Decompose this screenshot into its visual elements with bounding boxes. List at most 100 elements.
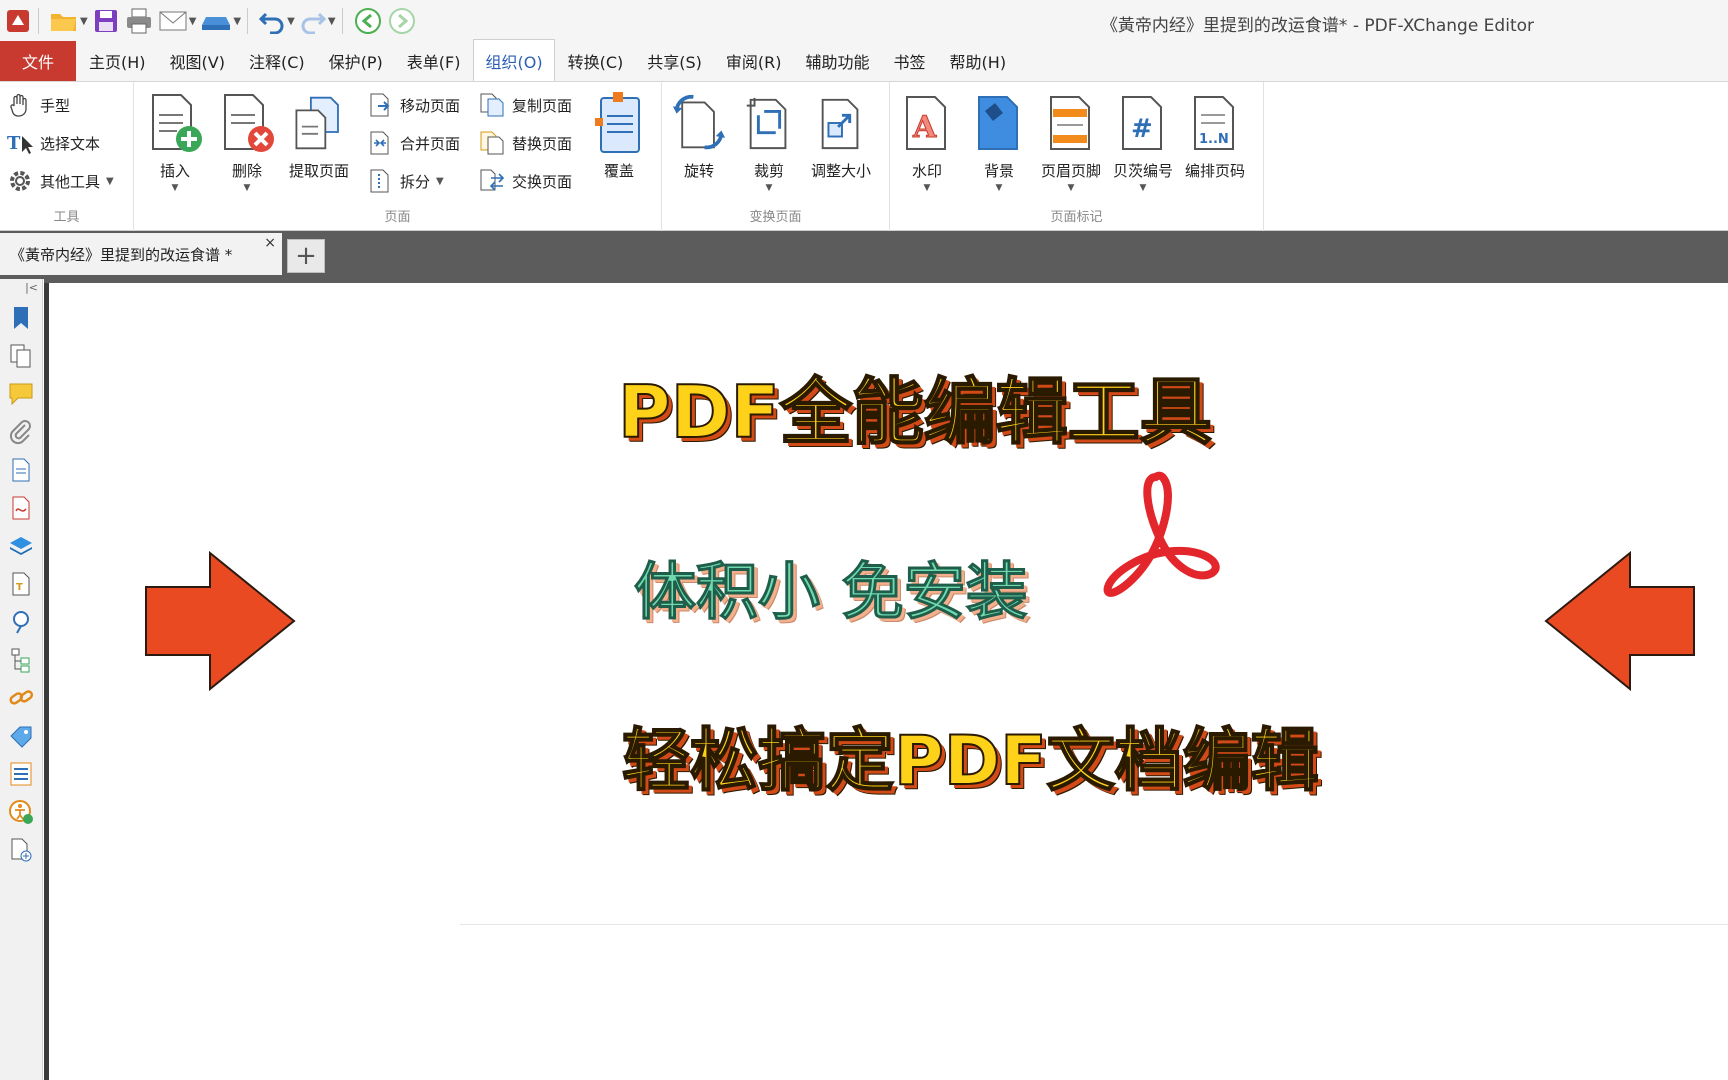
watermark-button[interactable]: A 水印 ▼	[894, 90, 960, 193]
copy-pages-button[interactable]: 复制页面	[478, 88, 572, 122]
acrobat-logo-icon	[1103, 471, 1220, 597]
scan-icon[interactable]	[200, 6, 232, 36]
move-page-icon	[366, 91, 394, 119]
select-text-button[interactable]: T 选择文本	[6, 126, 100, 160]
watermark-icon: A	[899, 90, 955, 156]
insert-pages-button[interactable]: 插入 ▼	[142, 90, 208, 193]
merge-pages-button[interactable]: 合并页面	[366, 126, 460, 160]
overlay-pages-button[interactable]: 覆盖	[586, 90, 652, 181]
menu-tab-share[interactable]: 共享(S)	[636, 41, 713, 81]
swap-label: 交换页面	[512, 172, 573, 191]
svg-text:T: T	[7, 133, 21, 154]
chevron-down-icon[interactable]: ▼	[328, 16, 336, 27]
document-icon[interactable]	[6, 455, 36, 485]
delete-pages-button[interactable]: 删除 ▼	[214, 90, 280, 193]
menu-tab-view[interactable]: 视图(V)	[159, 41, 236, 81]
move-pages-button[interactable]: 移动页面	[366, 88, 460, 122]
menu-tab-protect[interactable]: 保护(P)	[318, 41, 394, 81]
menu-tab-review[interactable]: 审阅(R)	[715, 41, 793, 81]
delete-page-icon	[219, 90, 275, 156]
document-tab[interactable]: 《黃帝内经》里提到的改运食谱 * ×	[0, 233, 282, 275]
pages-icon[interactable]	[6, 341, 36, 371]
gear-icon	[6, 167, 34, 195]
hand-tool-button[interactable]: 手型	[6, 88, 70, 122]
window-title: 《黃帝内经》里提到的改运食谱* - PDF-XChange Editor	[1100, 16, 1534, 36]
menu-tab-help[interactable]: 帮助(H)	[939, 41, 1018, 81]
open-folder-icon[interactable]	[49, 6, 79, 36]
print-icon[interactable]	[124, 6, 154, 36]
swap-pages-button[interactable]: 交换页面	[478, 164, 572, 198]
save-icon[interactable]	[92, 6, 120, 36]
hand-tool-label: 手型	[40, 96, 71, 115]
select-text-label: 选择文本	[40, 134, 101, 153]
compare-icon[interactable]	[6, 759, 36, 789]
resize-button[interactable]: 调整大小	[808, 90, 874, 181]
insert-label: 插入	[159, 162, 190, 180]
number-pages-button[interactable]: 1..N 编排页码	[1182, 90, 1248, 181]
menu-tab-form[interactable]: 表单(F)	[396, 41, 472, 81]
menu-tab-accessibility[interactable]: 辅助功能	[795, 41, 881, 81]
menu-file[interactable]: 文件	[0, 41, 76, 81]
chevron-down-icon: ▼	[171, 183, 179, 193]
number-pages-icon: 1..N	[1187, 90, 1243, 156]
crop-button[interactable]: 裁剪 ▼	[736, 90, 802, 193]
background-label: 背景	[983, 162, 1014, 180]
form-fields-icon[interactable]: T	[6, 569, 36, 599]
document-viewer[interactable]: PDF全能编辑工具 体积小 免安装 轻松搞定PDF文档编辑	[44, 279, 1728, 1080]
bates-numbering-button[interactable]: # 贝茨编号 ▼	[1110, 90, 1176, 193]
replace-label: 替换页面	[512, 134, 573, 153]
redo-icon[interactable]	[299, 6, 327, 36]
new-tab-button[interactable]: +	[287, 239, 325, 273]
background-icon	[971, 90, 1027, 156]
background-button[interactable]: 背景 ▼	[966, 90, 1032, 193]
chevron-down-icon[interactable]: ▼	[189, 16, 197, 27]
email-icon[interactable]	[158, 6, 188, 36]
group-label-pages: 页面	[384, 210, 411, 225]
headline-tagline: 轻松搞定PDF文档编辑	[621, 721, 1320, 802]
extract-label: 提取页面	[288, 162, 349, 180]
undo-icon[interactable]	[258, 6, 286, 36]
other-tools-button[interactable]: 其他工具 ▼	[6, 164, 114, 198]
collapse-icon[interactable]: |<	[25, 281, 38, 294]
chevron-down-icon[interactable]: ▼	[287, 16, 295, 27]
menu-tab-organize[interactable]: 组织(O)	[473, 39, 555, 81]
close-icon[interactable]: ×	[264, 235, 276, 251]
replace-page-icon	[478, 129, 506, 157]
split-pages-button[interactable]: 拆分 ▼	[366, 164, 444, 198]
menu-tab-home[interactable]: 主页(H)	[78, 41, 157, 81]
bookmark-icon[interactable]	[6, 303, 36, 333]
page-edge	[44, 283, 49, 1080]
comment-icon[interactable]	[6, 379, 36, 409]
menu-tab-convert[interactable]: 转换(C)	[557, 41, 635, 81]
location-icon[interactable]	[6, 607, 36, 637]
chevron-down-icon[interactable]: ▼	[80, 16, 88, 27]
chevron-down-icon: ▼	[995, 183, 1003, 193]
tag-icon[interactable]	[6, 721, 36, 751]
svg-text:T: T	[16, 582, 23, 593]
menu-tab-comment[interactable]: 注释(C)	[238, 41, 316, 81]
bates-label: 贝茨编号	[1112, 162, 1173, 180]
group-label-transform: 变换页面	[749, 210, 802, 225]
chevron-down-icon[interactable]: ▼	[233, 16, 241, 27]
forward-icon[interactable]	[387, 6, 417, 36]
group-label-tools: 工具	[53, 210, 80, 225]
other-tools-label: 其他工具	[40, 172, 101, 191]
add-page-icon[interactable]	[6, 835, 36, 865]
structure-tree-icon[interactable]	[6, 645, 36, 675]
extract-pages-button[interactable]: 提取页面	[286, 90, 352, 181]
back-icon[interactable]	[353, 6, 383, 36]
crop-icon	[741, 90, 797, 156]
ribbon: 手型 T 选择文本 其他工具 ▼ 工具 插入 ▼ 删除 ▼ 提取页面 移动页面 …	[0, 82, 1728, 231]
signature-icon[interactable]	[6, 493, 36, 523]
layers-icon[interactable]	[6, 531, 36, 561]
merge-label: 合并页面	[400, 134, 461, 153]
group-label-page-marks: 页面标记	[1050, 210, 1103, 225]
document-tab-bar: 《黃帝内经》里提到的改运食谱 * × +	[0, 231, 1728, 279]
header-footer-button[interactable]: 页眉页脚 ▼	[1038, 90, 1104, 193]
rotate-button[interactable]: 旋转	[666, 90, 732, 181]
link-icon[interactable]	[6, 683, 36, 713]
replace-pages-button[interactable]: 替换页面	[478, 126, 572, 160]
menu-tab-bookmarks[interactable]: 书签	[883, 41, 937, 81]
accessibility-icon[interactable]	[6, 797, 36, 827]
attachment-icon[interactable]	[6, 417, 36, 447]
